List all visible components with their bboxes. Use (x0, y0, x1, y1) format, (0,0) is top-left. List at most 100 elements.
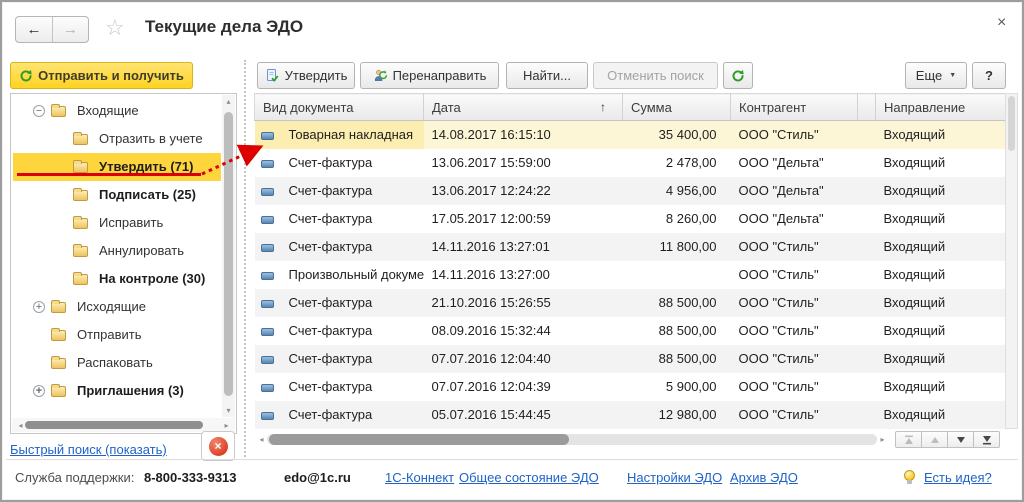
send-receive-button[interactable]: Отправить и получить (10, 62, 193, 89)
table-row[interactable]: Счет-фактура 13.06.2017 12:24:22 4 956,0… (255, 177, 1006, 205)
tree-horizontal-scrollbar[interactable]: ◂ ▸ (12, 418, 235, 432)
document-state-icon (261, 328, 274, 336)
refresh-button[interactable] (723, 62, 753, 89)
clear-search-button[interactable]: × (201, 431, 235, 461)
tree-item[interactable]: На контроле (30) (13, 265, 221, 293)
sum-cell: 88 500,00 (623, 317, 731, 345)
scroll-right-icon[interactable]: ▸ (876, 435, 889, 444)
sum-cell: 2 478,00 (623, 149, 731, 177)
tree-item[interactable]: Исходящие (13, 293, 221, 321)
idea-link[interactable]: Есть идея? (924, 470, 992, 485)
document-state-icon (261, 272, 274, 280)
scroll-thumb[interactable] (1008, 96, 1015, 151)
table-header-row: Вид документа Дата↑ Сумма Контрагент Нап… (255, 94, 1006, 121)
link-edo-status[interactable]: Общее состояние ЭДО (459, 470, 599, 485)
table-row[interactable]: Счет-фактура 07.07.2016 12:04:39 5 900,0… (255, 373, 1006, 401)
column-header-direction[interactable]: Направление (876, 94, 1006, 121)
forward-document-button[interactable]: Перенаправить (360, 62, 499, 89)
sum-cell: 12 980,00 (623, 401, 731, 429)
date-cell: 05.07.2016 15:44:45 (424, 401, 623, 429)
table-row[interactable]: Счет-фактура 07.07.2016 12:04:40 88 500,… (255, 345, 1006, 373)
tree-item[interactable]: Утвердить (71) (13, 153, 221, 181)
sum-cell (623, 261, 731, 289)
tree-item[interactable]: Приглашения (3) (13, 377, 221, 405)
quick-search-link[interactable]: Быстрый поиск (показать) (10, 442, 167, 457)
partner-cell: ООО "Стиль" (731, 121, 858, 149)
table-row[interactable]: Произвольный документ 14.11.2016 13:27:0… (255, 261, 1006, 289)
previous-row-button[interactable] (921, 431, 948, 448)
folder-icon (51, 330, 66, 341)
next-row-button[interactable] (947, 431, 974, 448)
tree-item[interactable]: Исправить (13, 209, 221, 237)
empty-cell (858, 121, 876, 149)
tree-item[interactable]: Аннулировать (13, 237, 221, 265)
tree-items: Входящие Отразить в учете Утвердить (71)… (13, 97, 221, 405)
scroll-thumb[interactable] (25, 421, 203, 429)
to-bottom-icon (982, 435, 992, 445)
folder-icon (51, 358, 66, 369)
direction-cell: Входящий (876, 261, 1006, 289)
cancel-search-button[interactable]: Отменить поиск (593, 62, 718, 89)
column-header-doc-type[interactable]: Вид документа (255, 94, 424, 121)
tree-item[interactable]: Отразить в учете (13, 125, 221, 153)
partner-cell: ООО "Стиль" (731, 401, 858, 429)
plus-expander-icon[interactable] (33, 385, 45, 397)
partner-cell: ООО "Стиль" (731, 233, 858, 261)
plus-expander-icon[interactable] (33, 301, 45, 313)
table-row[interactable]: Счет-фактура 13.06.2017 15:59:00 2 478,0… (255, 149, 1006, 177)
tree-item[interactable]: Распаковать (13, 349, 221, 377)
tree-item[interactable]: Отправить (13, 321, 221, 349)
tree-item-label: Распаковать (77, 355, 153, 370)
link-1c-connect[interactable]: 1С-Коннект (385, 470, 454, 485)
tree-vertical-scrollbar[interactable]: ▴ ▾ (222, 95, 235, 417)
go-to-last-row-button[interactable] (973, 431, 1000, 448)
folder-icon (73, 218, 88, 229)
table-row[interactable]: Счет-фактура 17.05.2017 12:00:59 8 260,0… (255, 205, 1006, 233)
date-cell: 07.07.2016 12:04:40 (424, 345, 623, 373)
table-vertical-scrollbar[interactable] (1005, 93, 1018, 429)
minus-expander-icon[interactable] (33, 105, 45, 117)
more-button[interactable]: Еще ▼ (905, 62, 967, 89)
scroll-right-icon[interactable]: ▸ (220, 421, 233, 430)
link-edo-archive[interactable]: Архив ЭДО (730, 470, 798, 485)
folder-icon (73, 246, 88, 257)
folders-tree-panel: Входящие Отразить в учете Утвердить (71)… (10, 93, 237, 434)
table-row[interactable]: Счет-фактура 08.09.2016 15:32:44 88 500,… (255, 317, 1006, 345)
table-row[interactable]: Счет-фактура 14.11.2016 13:27:01 11 800,… (255, 233, 1006, 261)
table-row[interactable]: Счет-фактура 21.10.2016 15:26:55 88 500,… (255, 289, 1006, 317)
find-button[interactable]: Найти... (506, 62, 588, 89)
empty-cell (858, 261, 876, 289)
table-row[interactable]: Товарная накладная 14.08.2017 16:15:10 3… (255, 121, 1006, 149)
scroll-up-icon[interactable]: ▴ (222, 97, 235, 106)
column-header-partner[interactable]: Контрагент (731, 94, 858, 121)
table-row[interactable]: Счет-фактура 05.07.2016 15:44:45 12 980,… (255, 401, 1006, 429)
panel-splitter[interactable] (244, 60, 246, 457)
doc-type-cell: Счет-фактура (281, 205, 424, 233)
forward-button[interactable]: → (52, 17, 88, 42)
refresh-icon (731, 69, 745, 83)
table-horizontal-scrollbar[interactable]: ◂ ▸ (255, 431, 889, 448)
partner-cell: ООО "Дельта" (731, 177, 858, 205)
date-cell: 13.06.2017 15:59:00 (424, 149, 623, 177)
scroll-thumb[interactable] (269, 434, 569, 445)
folder-icon (51, 302, 66, 313)
approve-button[interactable]: Утвердить (257, 62, 355, 89)
column-header-sum[interactable]: Сумма (623, 94, 731, 121)
help-button[interactable]: ? (972, 62, 1006, 89)
column-header-date[interactable]: Дата↑ (424, 94, 623, 121)
folder-icon (73, 162, 88, 173)
scroll-thumb[interactable] (224, 112, 233, 396)
sum-cell: 8 260,00 (623, 205, 731, 233)
close-icon[interactable]: × (997, 14, 1006, 32)
scroll-down-icon[interactable]: ▾ (222, 406, 235, 415)
go-to-first-row-button[interactable] (895, 431, 922, 448)
tree-item[interactable]: Подписать (25) (13, 181, 221, 209)
back-button[interactable]: ← (16, 17, 52, 42)
partner-cell: ООО "Стиль" (731, 289, 858, 317)
direction-cell: Входящий (876, 373, 1006, 401)
empty-cell (858, 289, 876, 317)
tree-item[interactable]: Входящие (13, 97, 221, 125)
column-header-empty[interactable] (858, 94, 876, 121)
link-edo-settings[interactable]: Настройки ЭДО (627, 470, 722, 485)
favorites-star-icon[interactable]: ☆ (105, 15, 125, 41)
